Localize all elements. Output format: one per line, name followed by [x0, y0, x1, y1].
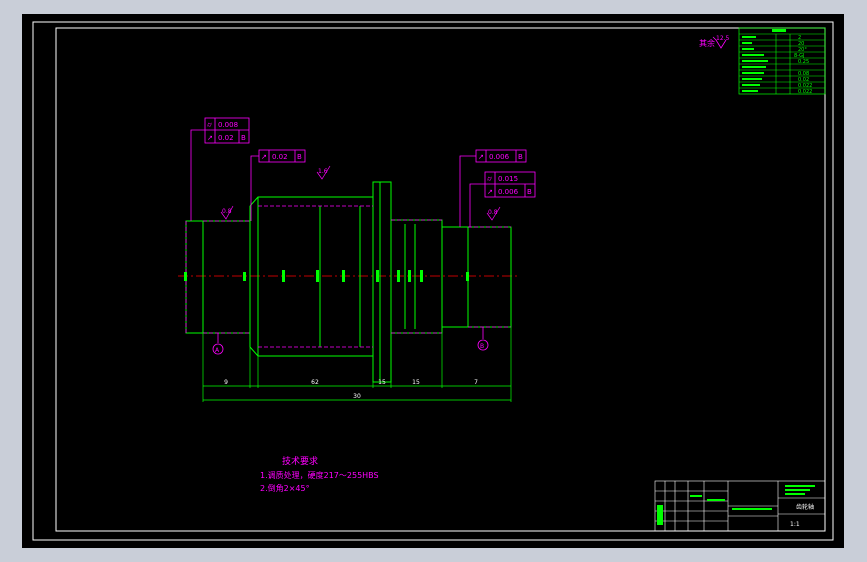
- gdt-datum: B: [297, 153, 302, 161]
- gdt-value: 0.02: [218, 134, 234, 142]
- gdt-value: 0.008: [218, 121, 238, 129]
- gdt-datum: B: [518, 153, 523, 161]
- gdt-value: 0.006: [489, 153, 510, 161]
- dimension-value: 15: [378, 379, 386, 386]
- dimension-value: 30: [353, 393, 361, 400]
- dimension-value: 15: [412, 379, 420, 386]
- gdt-symbol: ↗: [478, 153, 484, 161]
- gdt-symbol: ↗: [207, 134, 213, 142]
- gdt-value: 0.015: [498, 175, 518, 183]
- param-value: 0.25: [798, 59, 809, 65]
- gdt-datum: B: [527, 188, 532, 196]
- gdt-symbol: ↗: [261, 153, 267, 161]
- gdt-value: 0.02: [272, 153, 288, 161]
- roughness-value: 0.8: [488, 209, 498, 216]
- tech-title: 技术要求: [282, 455, 318, 467]
- dimension-value: 62: [311, 379, 319, 386]
- surface-finish-label: 其余: [699, 38, 715, 48]
- gdt-symbol: ⌭: [487, 175, 492, 183]
- roughness-value: 0.8: [222, 208, 232, 215]
- gdt-symbol: ⌭: [207, 121, 212, 129]
- dimension-value: 9: [224, 379, 228, 386]
- tech-item-2: 2.倒角2×45°: [260, 483, 310, 493]
- dimension-value: 7: [474, 379, 478, 386]
- param-value: 0.022: [798, 89, 812, 95]
- cad-drawing: 其余 12.5 2 20 20° 8-GJ 0.25 0.08 0.02 0.0…: [0, 0, 867, 562]
- gdt-datum: B: [241, 134, 246, 142]
- part-name: 齿轮轴: [796, 503, 814, 511]
- cad-viewport[interactable]: 其余 12.5 2 20 20° 8-GJ 0.25 0.08 0.02 0.0…: [0, 0, 867, 562]
- tech-item-1: 1.调质处理，硬度217～255HBS: [260, 470, 379, 480]
- gdt-symbol: ↗: [487, 188, 493, 196]
- datum-label: B: [480, 343, 484, 350]
- drawing-canvas[interactable]: [22, 14, 844, 548]
- scale-label: 1:1: [790, 521, 800, 528]
- gdt-value: 0.006: [498, 188, 519, 196]
- roughness-value: 1.6: [318, 168, 328, 175]
- surface-finish-value: 12.5: [716, 35, 730, 42]
